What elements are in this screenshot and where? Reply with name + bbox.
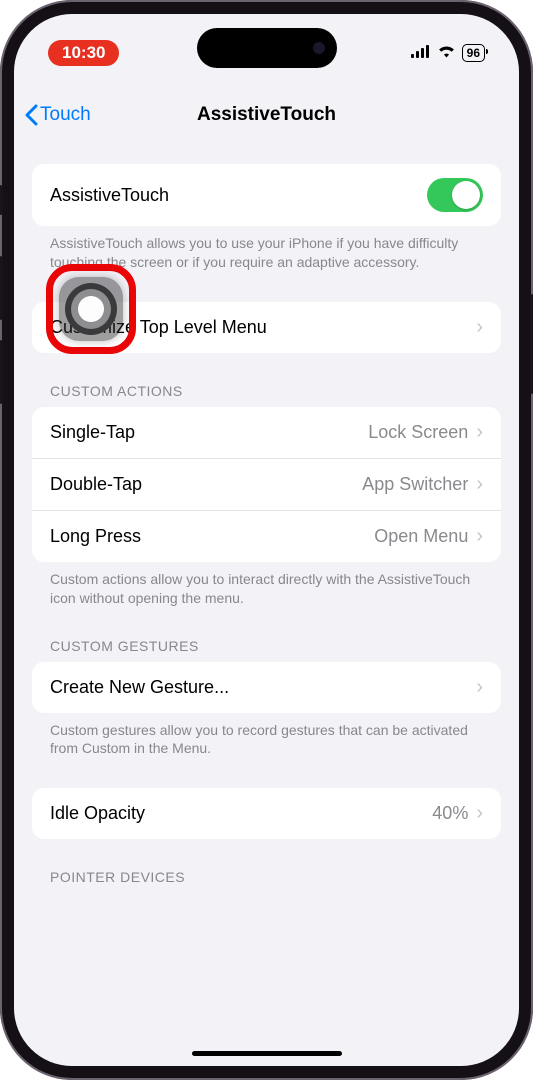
assistivetouch-floating-button[interactable] — [46, 264, 136, 354]
row-label: Double-Tap — [50, 474, 142, 495]
row-label: Create New Gesture... — [50, 677, 229, 698]
navigation-bar: Touch AssistiveTouch — [14, 88, 519, 142]
chevron-right-icon: › — [476, 421, 483, 444]
chevron-right-icon: › — [476, 676, 483, 699]
volume-up-button — [0, 256, 3, 320]
wifi-icon — [437, 43, 456, 63]
chevron-left-icon — [24, 104, 38, 126]
assistivetouch-toggle-row[interactable]: AssistiveTouch — [32, 164, 501, 226]
row-value: Lock Screen — [368, 422, 468, 443]
side-button — [0, 185, 3, 215]
back-button[interactable]: Touch — [24, 104, 91, 126]
custom-actions-footer: Custom actions allow you to interact dir… — [32, 562, 501, 608]
row-label: Idle Opacity — [50, 803, 145, 824]
single-tap-row[interactable]: Single-Tap Lock Screen › — [32, 407, 501, 458]
pointer-devices-header: POINTER DEVICES — [32, 869, 501, 893]
battery-icon: 96 — [462, 44, 485, 62]
long-press-row[interactable]: Long Press Open Menu › — [32, 510, 501, 562]
back-label: Touch — [40, 104, 91, 126]
home-indicator[interactable] — [192, 1051, 342, 1056]
battery-percentage: 96 — [465, 46, 482, 60]
custom-gestures-header: CUSTOM GESTURES — [32, 638, 501, 662]
row-label: Single-Tap — [50, 422, 135, 443]
status-time: 10:30 — [48, 40, 119, 66]
row-value: App Switcher — [362, 474, 468, 495]
row-value: 40% — [432, 803, 468, 824]
dynamic-island — [197, 28, 337, 68]
chevron-right-icon: › — [476, 473, 483, 496]
screen: 10:30 96 Touch AssistiveTouch — [14, 14, 519, 1066]
volume-down-button — [0, 340, 3, 404]
chevron-right-icon: › — [476, 802, 483, 825]
row-label: Long Press — [50, 526, 141, 547]
double-tap-row[interactable]: Double-Tap App Switcher › — [32, 458, 501, 510]
row-value: Open Menu — [374, 526, 468, 547]
toggle-label: AssistiveTouch — [50, 185, 169, 206]
cellular-signal-icon — [411, 43, 431, 63]
idle-opacity-row[interactable]: Idle Opacity 40% › — [32, 788, 501, 839]
chevron-right-icon: › — [476, 316, 483, 339]
phone-frame: 10:30 96 Touch AssistiveTouch — [0, 0, 533, 1080]
create-new-gesture-row[interactable]: Create New Gesture... › — [32, 662, 501, 713]
custom-gestures-footer: Custom gestures allow you to record gest… — [32, 713, 501, 759]
assistivetouch-toggle[interactable] — [427, 178, 483, 212]
custom-actions-header: CUSTOM ACTIONS — [32, 383, 501, 407]
chevron-right-icon: › — [476, 525, 483, 548]
